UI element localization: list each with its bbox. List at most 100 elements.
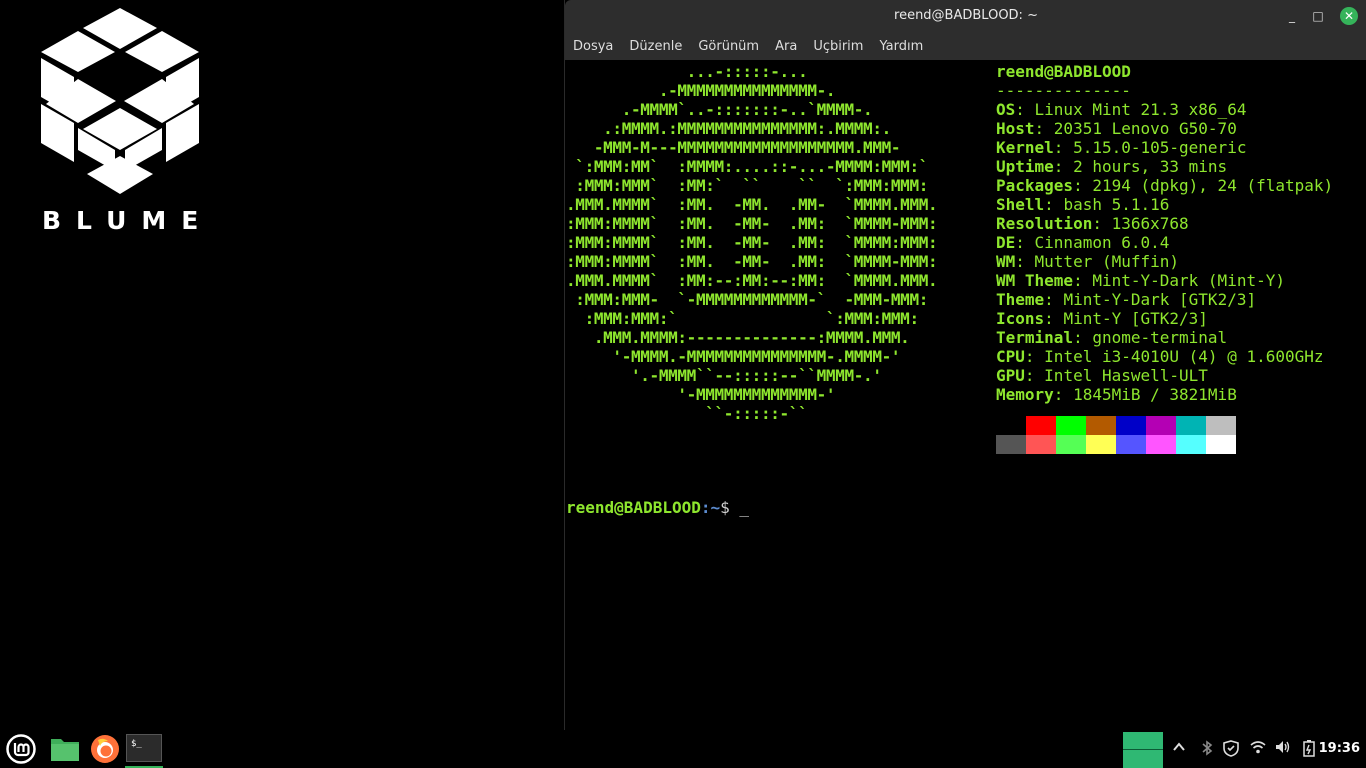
menu-yardim[interactable]: Yardım [879, 39, 923, 54]
info-key: Memory [996, 385, 1054, 404]
workspace-switcher[interactable] [1123, 732, 1163, 768]
maximize-icon[interactable]: □ [1309, 7, 1327, 25]
palette-swatch [1026, 435, 1056, 454]
info-key: Terminal [996, 328, 1074, 347]
info-value: 2 hours, 33 mins [1073, 157, 1228, 176]
palette-swatch [1116, 435, 1146, 454]
info-key: Icons [996, 309, 1045, 328]
terminal-output[interactable]: ...-:::::-... .-MMMMMMMMMMMMMMM-. .-MMMM… [565, 60, 1366, 517]
palette-swatch [1086, 416, 1116, 435]
info-line: DE: Cinnamon 6.0.4 [996, 233, 1170, 252]
info-key: Packages [996, 176, 1074, 195]
prompt-path: :~ [700, 498, 721, 517]
info-line: Resolution: 1366x768 [996, 214, 1189, 233]
info-line: Shell: bash 5.1.16 [996, 195, 1170, 214]
info-line: OS: Linux Mint 21.3 x86_64 [996, 100, 1247, 119]
menu-bar: Dosya Düzenle Görünüm Ara Uçbirim Yardım [565, 32, 1366, 60]
info-key: Kernel [996, 138, 1054, 157]
taskbar: $_ 19:36 [0, 730, 1366, 768]
palette-swatch [1116, 416, 1146, 435]
info-line: CPU: Intel i3-4010U (4) @ 1.600GHz [996, 347, 1324, 366]
shell-prompt[interactable]: reend@BADBLOOD:~$ _ [566, 498, 749, 517]
info-key: DE [996, 233, 1016, 252]
info-value: Mint-Y [GTK2/3] [1063, 309, 1208, 328]
menu-duzenle[interactable]: Düzenle [629, 39, 682, 54]
info-line: Theme: Mint-Y-Dark [GTK2/3] [996, 290, 1257, 309]
info-list: OS: Linux Mint 21.3 x86_64 Host: 20351 Le… [996, 100, 1333, 404]
wifi-icon[interactable] [1250, 740, 1266, 758]
info-value: Mutter (Muffin) [1034, 252, 1180, 271]
info-key: GPU [996, 366, 1025, 385]
palette-swatch [1146, 416, 1176, 435]
palette-swatch [1176, 416, 1206, 435]
palette-swatch [1026, 416, 1056, 435]
palette-swatch [1056, 416, 1086, 435]
user-host: reend@BADBLOOD [996, 62, 1131, 81]
info-value: 2194 (dpkg), 24 (flatpak) [1092, 176, 1334, 195]
bluetooth-icon[interactable] [1201, 740, 1213, 760]
color-palette [996, 416, 1333, 454]
menu-gorunum[interactable]: Görünüm [698, 39, 759, 54]
info-key: OS [996, 100, 1016, 119]
info-line: Kernel: 5.15.0-105-generic [996, 138, 1247, 157]
info-line: Terminal: gnome-terminal [996, 328, 1228, 347]
svg-text:$_: $_ [131, 739, 142, 749]
text-cursor: _ [739, 498, 750, 517]
info-value: Intel Haswell-ULT [1044, 366, 1208, 385]
info-value: 5.15.0-105-generic [1073, 138, 1247, 157]
info-line: Uptime: 2 hours, 33 mins [996, 157, 1228, 176]
menu-ucbirim[interactable]: Uçbirim [813, 39, 863, 54]
volume-icon[interactable] [1275, 740, 1291, 758]
terminal-app-icon[interactable]: $_ [125, 730, 163, 768]
system-info: reend@BADBLOOD -------------- OS: Linux … [996, 62, 1333, 454]
palette-swatch [996, 416, 1026, 435]
palette-swatch [996, 435, 1026, 454]
palette-swatch [1206, 416, 1236, 435]
info-key: WM [996, 252, 1016, 271]
mint-menu-icon[interactable] [2, 730, 40, 768]
info-value: 20351 Lenovo G50-70 [1053, 119, 1237, 138]
info-value: Intel i3-4010U (4) @ 1.600GHz [1044, 347, 1324, 366]
palette-swatch [1086, 435, 1116, 454]
info-key: Theme [996, 290, 1045, 309]
info-value: bash 5.1.16 [1063, 195, 1170, 214]
palette-swatch [1176, 435, 1206, 454]
info-line: GPU: Intel Haswell-ULT [996, 366, 1208, 385]
window-title: reend@BADBLOOD: ~ [894, 8, 1038, 23]
info-line: Packages: 2194 (dpkg), 24 (flatpak) [996, 176, 1334, 195]
info-key: WM Theme [996, 271, 1074, 290]
separator-line: -------------- [996, 81, 1131, 100]
info-line: Icons: Mint-Y [GTK2/3] [996, 309, 1208, 328]
info-value: Cinnamon 6.0.4 [1034, 233, 1170, 252]
battery-icon[interactable] [1302, 740, 1316, 761]
info-key: Host [996, 119, 1035, 138]
terminal-window[interactable]: reend@BADBLOOD: ~ _ □ ✕ Dosya Düzenle Gö… [564, 0, 1366, 730]
minimize-icon[interactable]: _ [1283, 7, 1301, 25]
info-value: 1366x768 [1111, 214, 1189, 233]
menu-dosya[interactable]: Dosya [573, 39, 613, 54]
info-key: CPU [996, 347, 1025, 366]
palette-row-normal [996, 416, 1333, 435]
folder-icon[interactable] [46, 730, 84, 768]
logo-text: BLUME [42, 206, 214, 235]
info-value: gnome-terminal [1092, 328, 1228, 347]
palette-swatch [1146, 435, 1176, 454]
menu-ara[interactable]: Ara [775, 39, 797, 54]
cube-logo-icon [41, 8, 199, 194]
prompt-symbol: $ [720, 498, 740, 517]
info-value: 1845MiB / 3821MiB [1073, 385, 1237, 404]
info-value: Linux Mint 21.3 x86_64 [1034, 100, 1247, 119]
close-icon[interactable]: ✕ [1340, 7, 1358, 25]
firefox-icon[interactable] [86, 730, 124, 768]
desktop-logo: BLUME [36, 6, 204, 236]
info-key: Resolution [996, 214, 1093, 233]
title-bar[interactable]: reend@BADBLOOD: ~ _ □ ✕ [565, 0, 1366, 32]
info-line: Memory: 1845MiB / 3821MiB [996, 385, 1237, 404]
info-key: Uptime [996, 157, 1054, 176]
update-shield-icon[interactable] [1223, 740, 1239, 761]
info-line: WM Theme: Mint-Y-Dark (Mint-Y) [996, 271, 1285, 290]
chevron-up-icon[interactable] [1172, 740, 1186, 758]
clock[interactable]: 19:36 [1319, 741, 1360, 756]
info-line: Host: 20351 Lenovo G50-70 [996, 119, 1237, 138]
palette-swatch [1206, 435, 1236, 454]
